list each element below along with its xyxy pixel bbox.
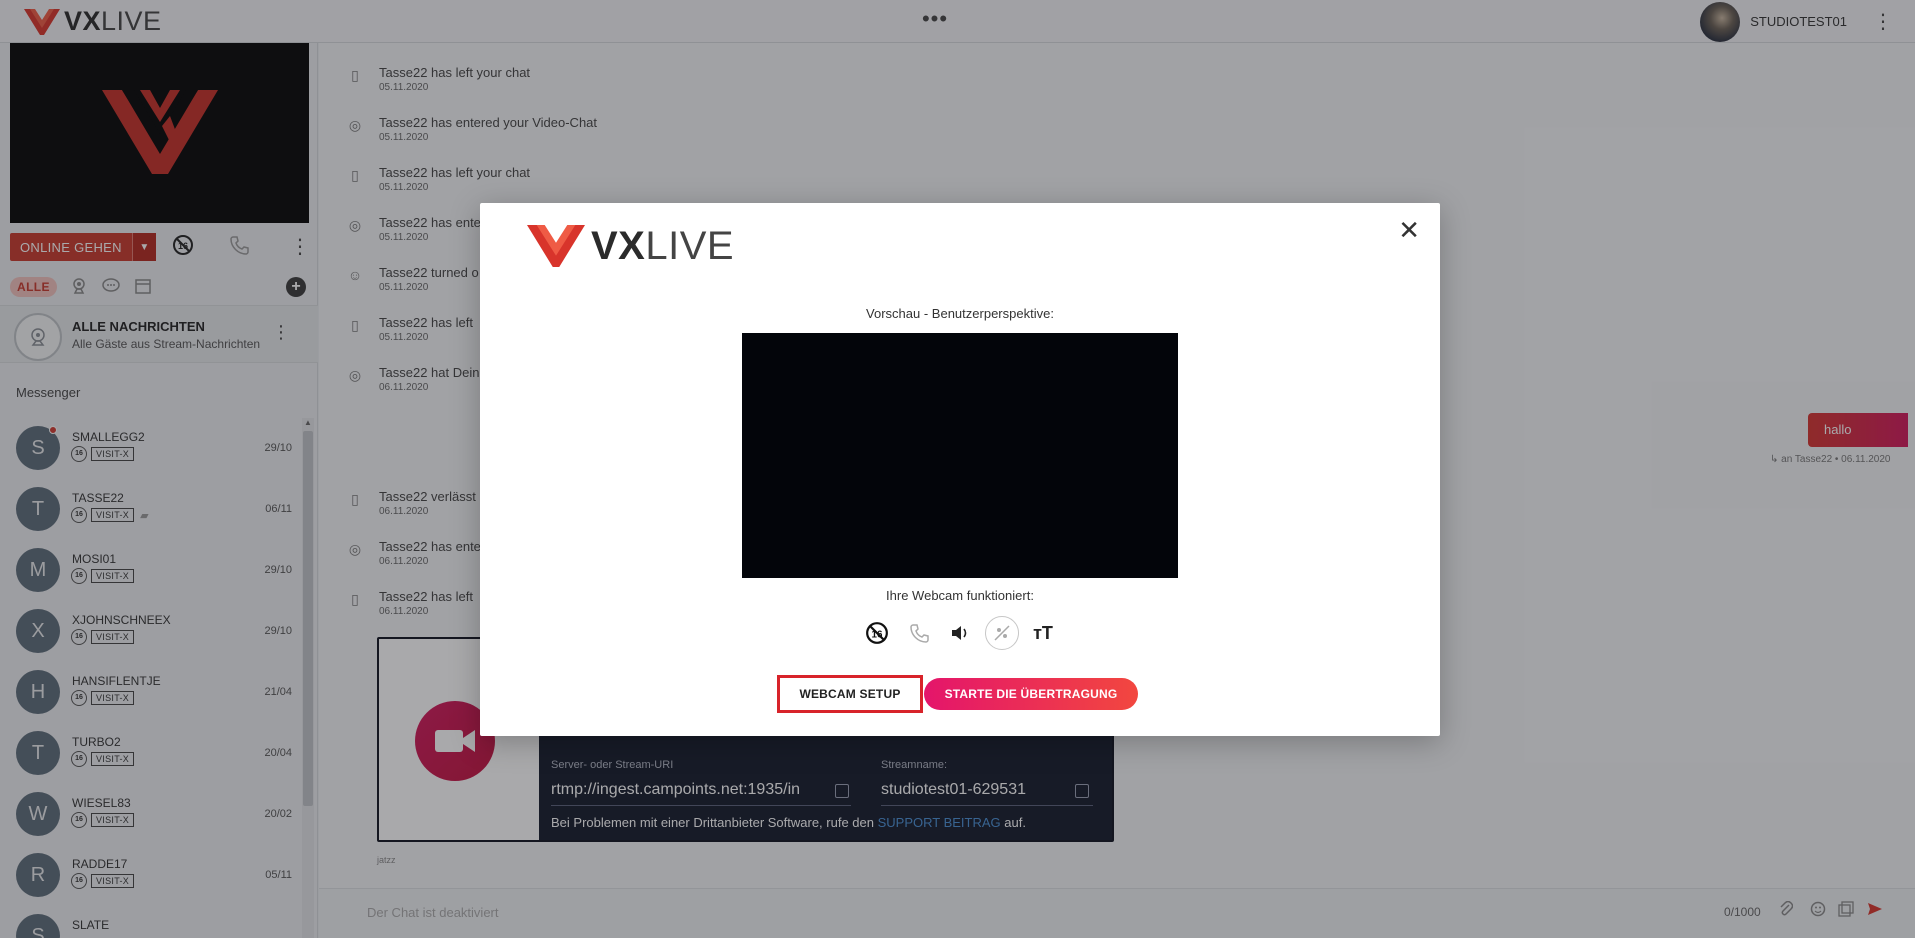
webcam-preview-dialog: ✕ VXLIVE Vorschau - Benutzerperspektive:… <box>480 203 1440 736</box>
age-16-icon[interactable]: 16 <box>860 616 894 650</box>
webcam-setup-button[interactable]: WEBCAM SETUP <box>777 675 923 713</box>
preview-icon-row: 16 тT <box>860 615 1060 651</box>
start-broadcast-button[interactable]: STARTE DIE ÜBERTRAGUNG <box>924 678 1138 710</box>
effects-disabled-icon[interactable] <box>984 616 1019 650</box>
phone-icon[interactable] <box>902 616 936 650</box>
close-icon[interactable]: ✕ <box>1398 217 1420 243</box>
preview-label: Vorschau - Benutzerperspektive: <box>866 306 1054 321</box>
modal-vxlive-logo: VXLIVE <box>527 225 734 267</box>
speaker-icon[interactable] <box>943 616 977 650</box>
modal-brand-name: VXLIVE <box>591 224 735 268</box>
vx-logo-mark-icon <box>527 225 585 267</box>
webcam-preview <box>742 333 1178 578</box>
webcam-status: Ihre Webcam funktioniert: <box>886 588 1034 603</box>
text-size-icon[interactable]: тT <box>1026 616 1060 650</box>
